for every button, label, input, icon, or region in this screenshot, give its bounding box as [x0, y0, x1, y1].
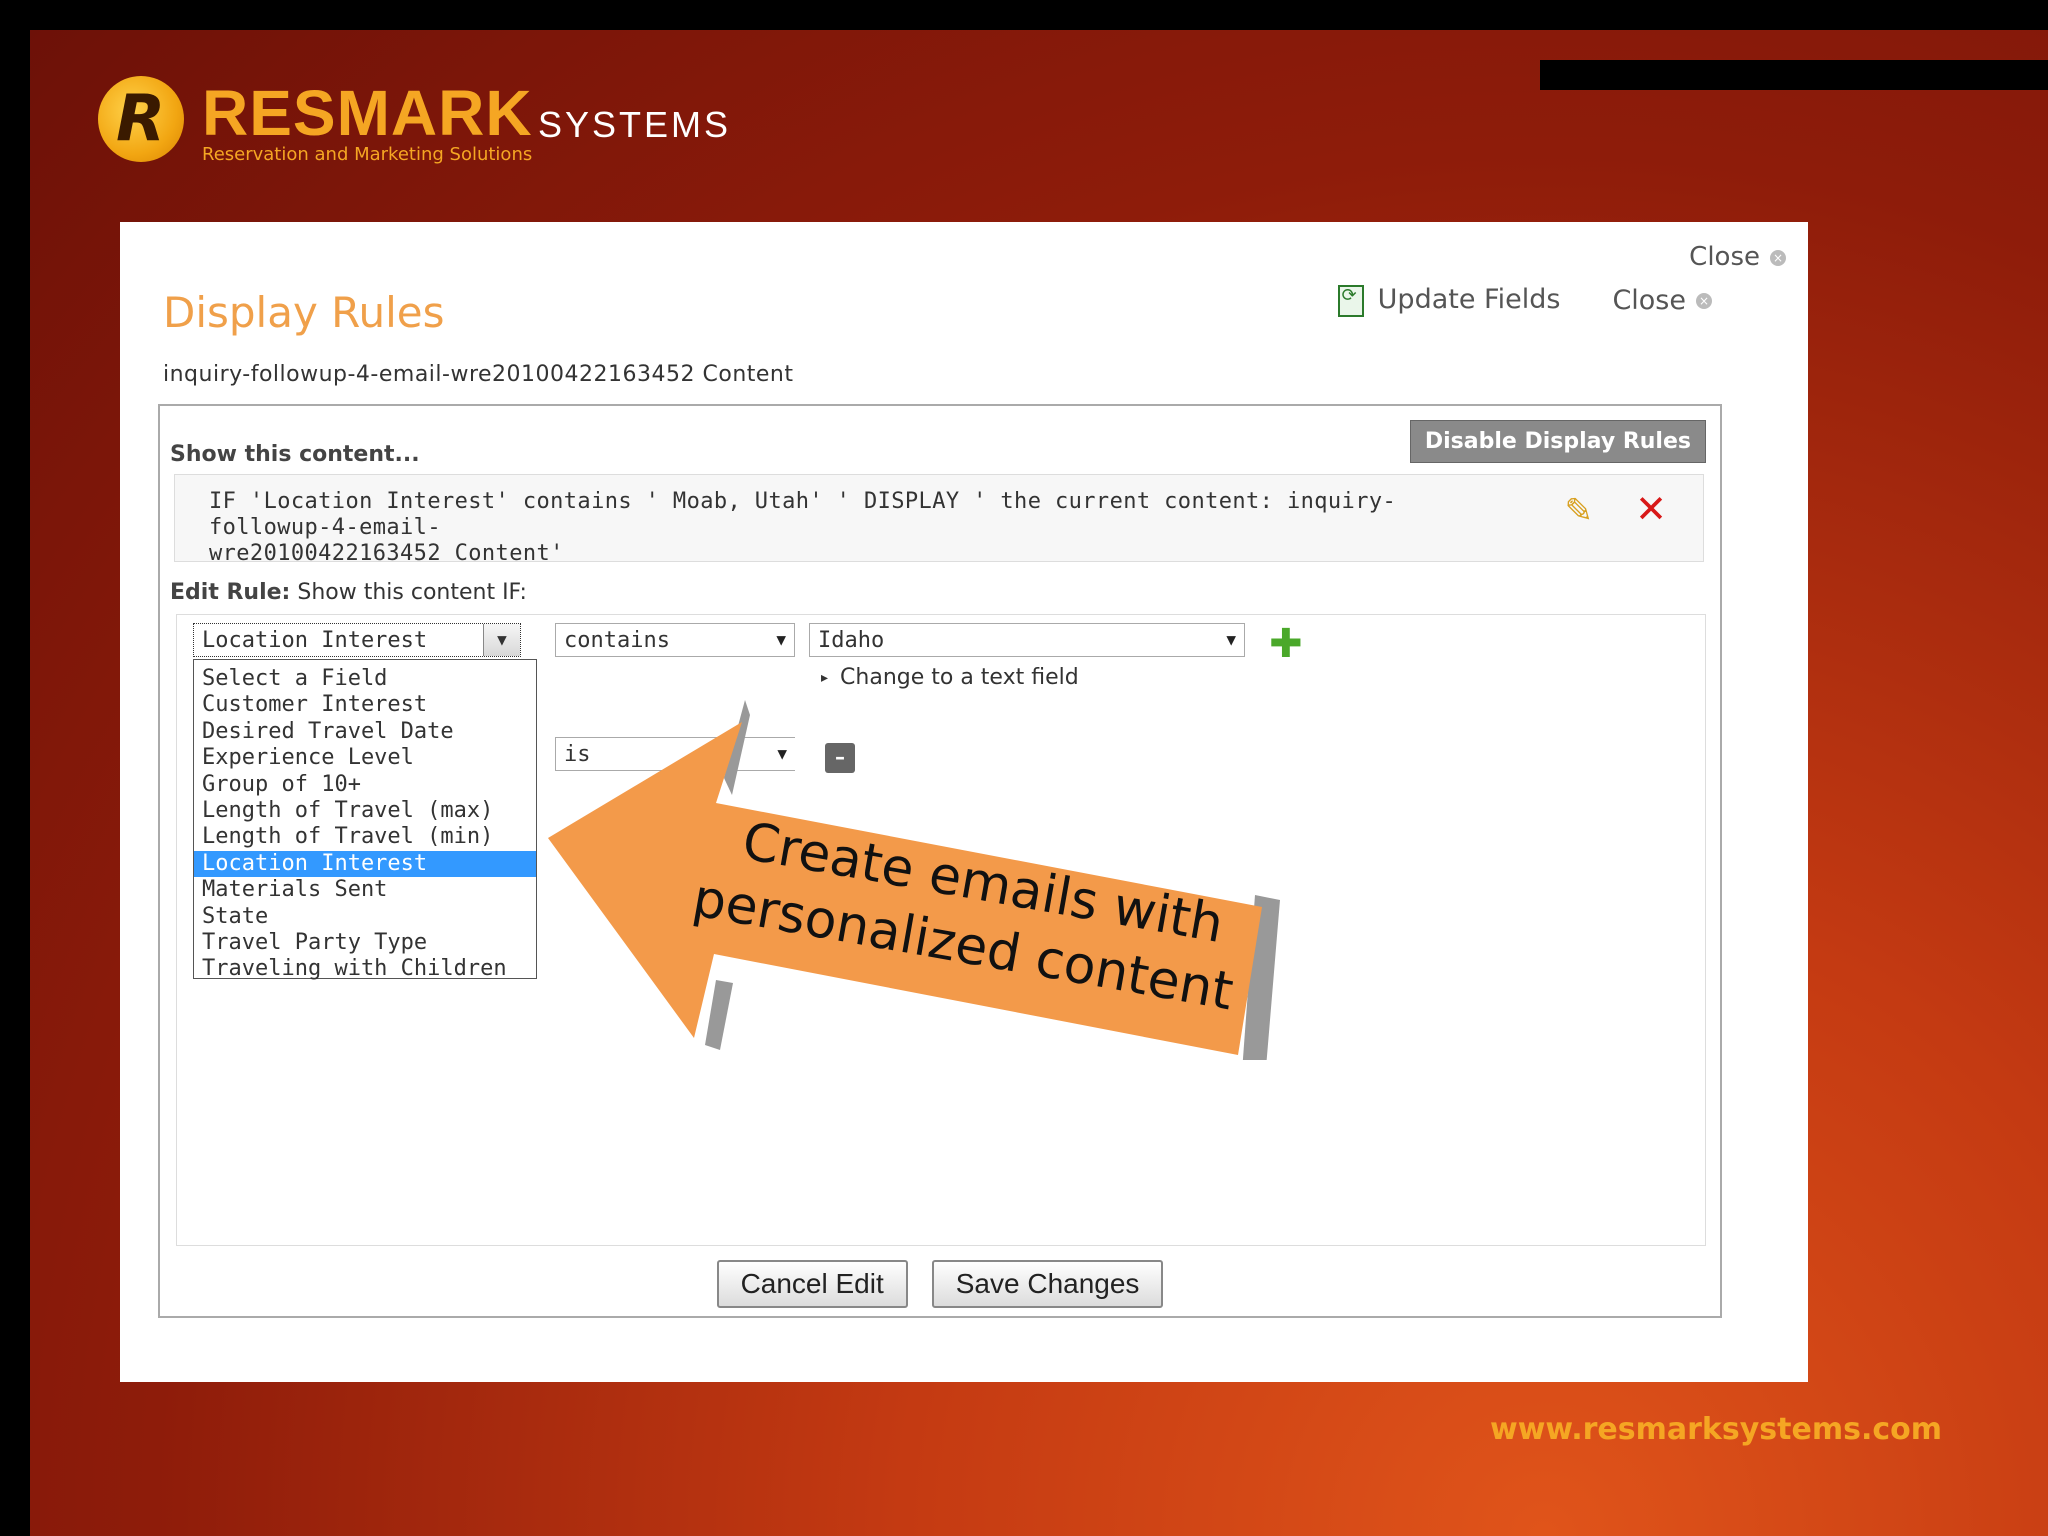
field-dropdown-list[interactable]: Select a Field Customer Interest Desired T… — [193, 659, 537, 982]
dropdown-option[interactable]: Desired Travel Date — [194, 719, 536, 745]
refresh-document-icon — [1337, 284, 1364, 317]
dropdown-option[interactable]: Select a Field — [194, 666, 536, 692]
change-to-text-field-link[interactable]: Change to a text field — [821, 665, 1079, 690]
value-select[interactable]: Idaho ▼ — [809, 623, 1245, 657]
content-name: inquiry-followup-4-email-wre201004221634… — [163, 362, 794, 387]
edit-rule-label: Edit Rule: Show this content IF: — [170, 580, 527, 605]
action-buttons: Cancel Edit Save Changes — [160, 1260, 1720, 1308]
chevron-down-icon[interactable]: ▼ — [483, 624, 520, 656]
close-button[interactable]: Close × — [1612, 285, 1712, 316]
operator-select-value: contains — [564, 628, 670, 653]
dropdown-option[interactable]: Materials Sent — [194, 877, 536, 903]
save-changes-button[interactable]: Save Changes — [931, 1260, 1164, 1308]
close-top-button[interactable]: Close × — [1689, 242, 1786, 272]
logo-wordmark-systems: SYSTEMS — [538, 104, 732, 145]
value-select-value: Idaho — [818, 628, 885, 653]
dropdown-option[interactable]: Customer Interest — [194, 692, 536, 718]
update-fields-label: Update Fields — [1377, 284, 1561, 315]
slide-notch — [1540, 60, 2048, 90]
logo-tagline: Reservation and Marketing Solutions — [202, 144, 533, 165]
dialog-toolbar: Update Fields Close × — [1337, 284, 1712, 317]
close-top-label: Close — [1689, 242, 1760, 272]
dropdown-option[interactable]: Experience Level — [194, 745, 536, 771]
dropdown-option[interactable]: Length of Travel (max) — [194, 798, 536, 824]
operator-select[interactable]: contains ▼ — [555, 623, 795, 657]
dropdown-option[interactable]: State — [194, 904, 536, 930]
cancel-edit-button[interactable]: Cancel Edit — [716, 1260, 908, 1308]
rule-text-line-2: wre20100422163452 Content' — [209, 541, 564, 566]
edit-pencil-icon[interactable]: ✎ — [1565, 491, 1594, 531]
dropdown-option[interactable]: Length of Travel (min) — [194, 824, 536, 850]
rule-text-line-1: IF 'Location Interest' contains ' Moab, … — [209, 489, 1397, 540]
footer-url: www.resmarksystems.com — [1490, 1412, 1942, 1447]
chevron-down-icon: ▼ — [776, 630, 786, 649]
add-condition-plus-icon[interactable]: ✚ — [1269, 621, 1303, 667]
rule-description: IF 'Location Interest' contains ' Moab, … — [209, 489, 1469, 567]
field-select[interactable]: Location Interest ▼ — [193, 623, 521, 657]
dropdown-option[interactable]: Location Interest — [194, 850, 536, 878]
chevron-down-icon: ▼ — [1226, 630, 1236, 649]
close-label: Close — [1612, 284, 1686, 316]
logo-wordmark-res: RESMARK — [202, 77, 533, 149]
arrow-edge-bottom-shadow — [705, 980, 733, 1050]
disable-display-rules-button[interactable]: Disable Display Rules — [1409, 420, 1706, 463]
delete-x-icon[interactable]: ✕ — [1635, 487, 1667, 531]
close-circle-icon: × — [1696, 293, 1712, 310]
existing-rule-row: IF 'Location Interest' contains ' Moab, … — [174, 474, 1704, 566]
logo-mark-icon: R — [98, 76, 184, 162]
resmark-logo: R RESMARK SYSTEMS Reservation and Market… — [98, 76, 738, 166]
dropdown-option[interactable]: Travel Party Type — [194, 930, 536, 956]
dropdown-option[interactable]: Traveling with Children — [194, 956, 536, 982]
update-fields-button[interactable]: Update Fields — [1337, 284, 1561, 317]
dropdown-option[interactable]: Group of 10+ — [194, 772, 536, 798]
page-title: Display Rules — [163, 288, 445, 337]
show-content-label: Show this content... — [170, 442, 420, 467]
field-select-value: Location Interest — [202, 628, 428, 653]
callout-arrow: Create emails with personalized content — [548, 700, 1280, 1060]
close-circle-icon: × — [1770, 249, 1786, 266]
